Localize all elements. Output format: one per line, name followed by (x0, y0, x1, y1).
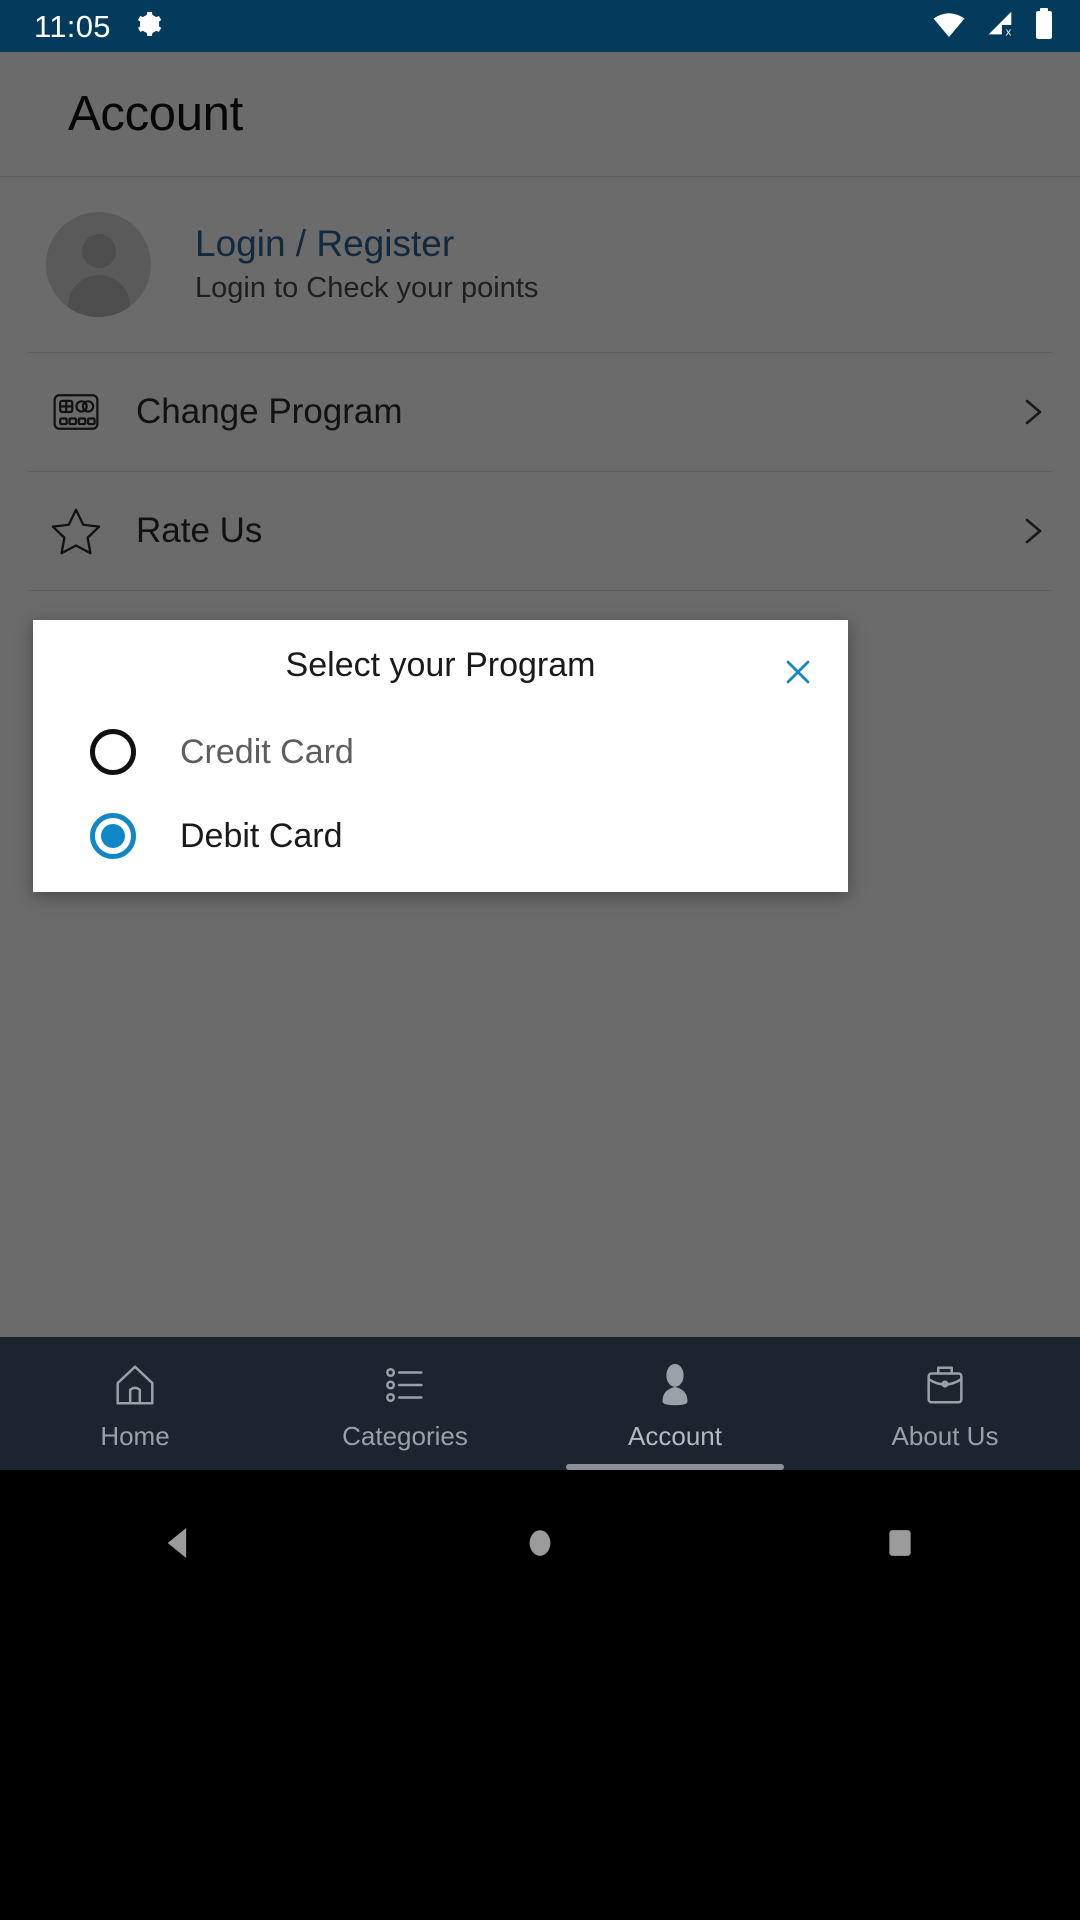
bottom-tab-bar: Home Categories Account About Us (0, 1337, 1080, 1470)
radio-option-debit-card[interactable]: Debit Card (33, 794, 848, 878)
status-bar: 11:05 x (0, 0, 1080, 52)
close-x-icon[interactable] (776, 650, 820, 694)
home-icon (109, 1359, 161, 1411)
tab-label: About Us (891, 1420, 999, 1451)
home-button[interactable] (480, 1498, 600, 1588)
tab-about-us[interactable]: About Us (810, 1337, 1080, 1470)
dialog-title: Select your Program (285, 645, 596, 684)
back-button[interactable] (120, 1498, 240, 1588)
svg-text:x: x (1006, 26, 1012, 38)
list-icon (379, 1359, 431, 1411)
status-bar-left: 11:05 (34, 9, 163, 44)
wifi-icon (932, 9, 966, 44)
person-icon (649, 1359, 701, 1411)
tab-label: Account (628, 1420, 722, 1451)
tab-account[interactable]: Account (540, 1337, 810, 1470)
radio-dot (101, 824, 125, 848)
battery-icon (1034, 7, 1054, 45)
radio-option-label: Credit Card (180, 732, 354, 771)
gear-icon (133, 9, 163, 44)
cellular-no-sim-icon: x (984, 9, 1016, 44)
android-nav-bar (0, 1470, 1080, 1920)
tab-label: Home (100, 1420, 170, 1451)
tab-home[interactable]: Home (0, 1337, 270, 1470)
briefcase-icon (919, 1359, 971, 1411)
status-time: 11:05 (34, 8, 111, 44)
phone-screen: Account Login / Register Login to Check … (0, 0, 1080, 1920)
recents-button[interactable] (840, 1498, 960, 1588)
radio-button-selected[interactable] (90, 813, 136, 859)
radio-option-credit-card[interactable]: Credit Card (33, 710, 848, 794)
dialog-header: Select your Program (33, 620, 848, 710)
tab-categories[interactable]: Categories (270, 1337, 540, 1470)
radio-button-unselected[interactable] (90, 729, 136, 775)
select-program-dialog: Select your Program Credit Card Debit Ca… (33, 620, 848, 892)
radio-option-label: Debit Card (180, 816, 343, 855)
status-bar-right: x (932, 7, 1054, 45)
tab-label: Categories (342, 1420, 468, 1451)
